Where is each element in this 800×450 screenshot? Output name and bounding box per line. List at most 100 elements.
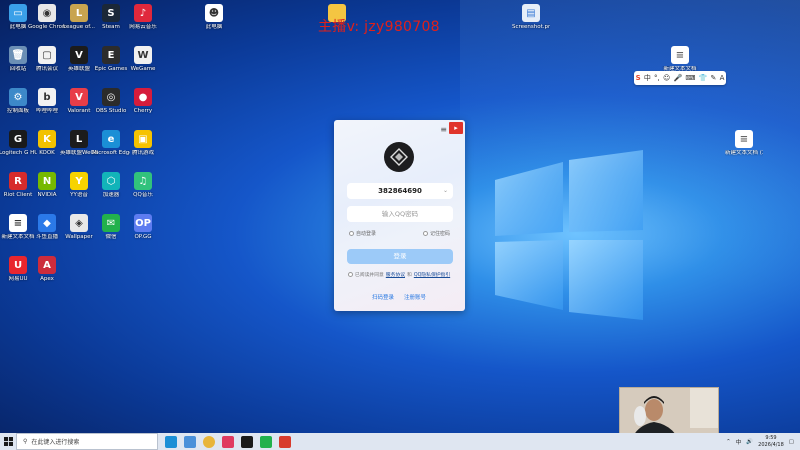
remember-password-option[interactable]: 记住密码 (423, 230, 450, 237)
checkbox[interactable] (349, 231, 354, 236)
qr-login-link[interactable]: 扫码登录 (372, 293, 394, 301)
menu-icon[interactable]: ≡ (440, 125, 447, 134)
app-icon: N (38, 172, 56, 190)
app-icon: K (38, 130, 56, 148)
edge-taskbar-icon[interactable] (165, 435, 177, 448)
app-icon: ⚙ (9, 88, 27, 106)
ime-button[interactable]: ✎ (711, 74, 717, 82)
taskbar: ⚲ 在此键入进行搜索 ⌃ 中 🔊 9:59 2026/4/18 ▢ (0, 433, 800, 450)
login-button[interactable]: 登录 (347, 249, 453, 264)
windows-icon (3, 437, 13, 446)
ime-button[interactable]: ☺ (663, 74, 670, 82)
ime-button[interactable]: °, (654, 74, 660, 82)
app-icon: e (102, 130, 120, 148)
avatar (384, 142, 414, 172)
password-field[interactable]: 输入QQ密码 (347, 206, 453, 222)
app-icon: ♫ (134, 172, 152, 190)
desktop-icon[interactable]: W WeGame (124, 46, 162, 86)
app-icon: E (102, 46, 120, 64)
system-tray: ⌃ 中 🔊 9:59 2026/4/18 ▢ (726, 433, 794, 450)
auto-login-option[interactable]: 自动登录 (349, 230, 376, 237)
taskbar-search[interactable]: ⚲ 在此键入进行搜索 (16, 433, 158, 450)
app-icon: U (9, 256, 27, 274)
desktop-file-icon[interactable]: ☻ 此电脑 (195, 4, 233, 44)
document-icon: ≡ (671, 46, 689, 64)
register-link[interactable]: 注册账号 (404, 293, 426, 301)
agree-checkbox[interactable] (348, 272, 353, 277)
ime-button[interactable]: 中 (644, 73, 651, 83)
service-agreement-link[interactable]: 服务协议 (386, 271, 405, 278)
desktop-icon-label: OP.GG (134, 234, 152, 240)
chevron-down-icon[interactable]: ⌄ (443, 183, 448, 199)
app-taskbar-icon[interactable] (222, 435, 234, 448)
desktop-icon[interactable]: ♪ 网易云音乐 (124, 4, 162, 44)
ime-indicator[interactable]: 中 (736, 438, 742, 446)
desktop-icon[interactable]: OP OP.GG (124, 214, 162, 254)
ime-button[interactable]: ⌨ (685, 74, 695, 82)
agreement-row: 已阅读并同意 服务协议 和 QQ隐私保护指引 (348, 271, 450, 278)
chevron-up-icon[interactable]: ⌃ (726, 439, 731, 445)
app-icon: ⬡ (102, 172, 120, 190)
avatar-logo-icon (390, 148, 408, 166)
app-icon: ◉ (38, 4, 56, 22)
app-icon: ✉ (102, 214, 120, 232)
app-icon: S (102, 4, 120, 22)
video-taskbar-icon[interactable] (279, 435, 291, 448)
desktop-icon-label: QQ音乐 (133, 192, 153, 198)
checkbox[interactable] (423, 231, 428, 236)
privacy-link[interactable]: QQ隐私保护指引 (414, 271, 450, 278)
ime-button[interactable]: A (720, 74, 725, 82)
app-icon: V (70, 88, 88, 106)
speaker-icon[interactable]: 🔊 (746, 439, 753, 445)
desktop-icon[interactable]: A Apex (28, 256, 66, 296)
text-file-2[interactable]: ≡ 新建文本文档 (3).txt (725, 130, 763, 170)
app-icon: ◈ (70, 214, 88, 232)
account-field[interactable]: 382864690 ⌄ (347, 183, 453, 199)
app-icon: Y (70, 172, 88, 190)
search-icon: ⚲ (23, 438, 28, 445)
ime-button[interactable]: S (636, 74, 641, 82)
screenshot-file[interactable]: ▤ Screenshot.png (512, 4, 550, 44)
desktop-icon[interactable]: ● Cherry (124, 88, 162, 128)
start-button[interactable] (0, 433, 16, 450)
desktop-icon-label: Cherry (133, 108, 153, 114)
app-icon: ▣ (134, 130, 152, 148)
app-icon: b (38, 88, 56, 106)
clock[interactable]: 9:59 2026/4/18 (758, 435, 784, 448)
qq-login-window: ≡ ▸ 382864690 ⌄ 输入QQ密码 自动登录 记住密码 登录 已阅读并… (334, 120, 465, 311)
desktop-icon-label: 网易云音乐 (129, 24, 157, 30)
ime-button[interactable]: 🎤 (673, 74, 682, 82)
person-icon: ☻ (205, 4, 223, 22)
app-icon: R (9, 172, 27, 190)
windows-logo-wallpaper (495, 150, 645, 320)
app-icon: ◆ (38, 214, 56, 232)
app-icon: 🗑 (9, 46, 27, 64)
app-icon: A (38, 256, 56, 274)
desktop-icon[interactable]: ▣ 腾讯游戏 (124, 130, 162, 170)
ime-button[interactable]: 👕 (699, 74, 708, 82)
streamer-watermark: 主播v: jzy980708 (318, 19, 440, 35)
file-explorer-icon[interactable] (184, 435, 196, 448)
qq-taskbar-icon[interactable] (241, 435, 253, 448)
image-file-icon: ▤ (522, 4, 540, 22)
app-icon: ● (134, 88, 152, 106)
wechat-taskbar-icon[interactable] (260, 435, 272, 448)
desktop-icon-label: 腾讯游戏 (131, 150, 154, 156)
notification-icon[interactable]: ▢ (789, 439, 794, 445)
app-icon: G (9, 130, 27, 148)
app-icon: ♪ (134, 4, 152, 22)
app-icon: ◎ (102, 88, 120, 106)
app-icon: L (70, 130, 88, 148)
document-icon: ≡ (735, 130, 753, 148)
app-icon: ▭ (9, 4, 27, 22)
desktop-icon[interactable]: ♫ QQ音乐 (124, 172, 162, 212)
app-icon: ≡ (9, 214, 27, 232)
close-button[interactable]: ▸ (449, 122, 463, 134)
app-icon: ▢ (38, 46, 56, 64)
app-icon: W (134, 46, 152, 64)
desktop-icon-label: Apex (40, 276, 54, 282)
ime-toolbar[interactable]: S 中 °, ☺ 🎤 ⌨ 👕 ✎ A (634, 71, 726, 85)
desktop-icon-label: WeGame (130, 66, 156, 72)
chrome-taskbar-icon[interactable] (203, 435, 215, 448)
app-icon: OP (134, 214, 152, 232)
